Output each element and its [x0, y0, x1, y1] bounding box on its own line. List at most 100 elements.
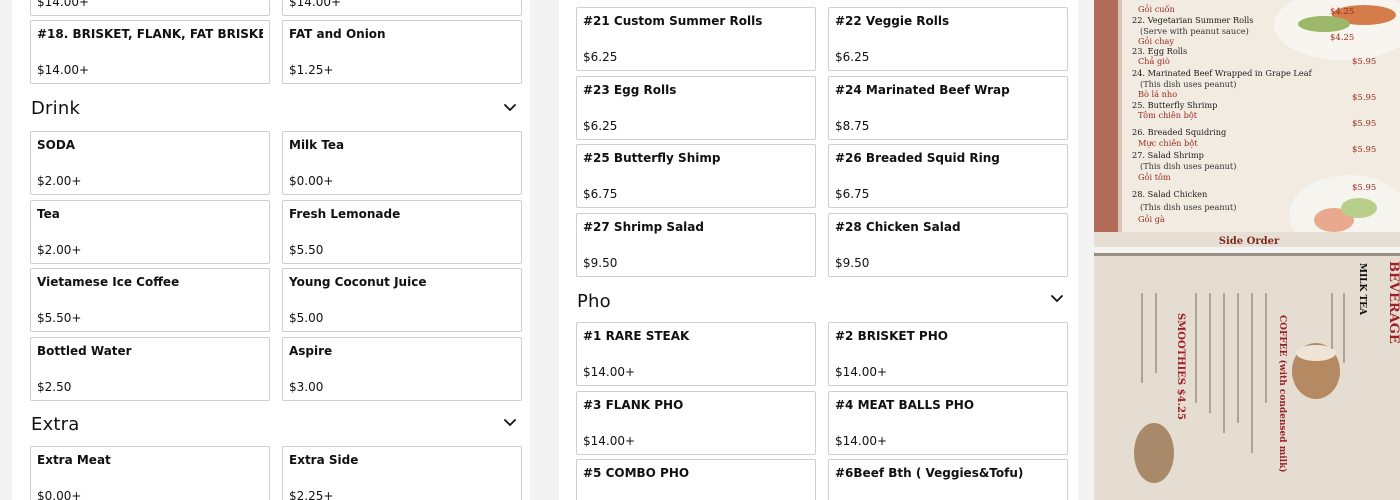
menu-item-name: #18. BRISKET, FLANK, FAT BRISKET: [37, 27, 263, 41]
menu-item-name: Milk Tea: [289, 138, 345, 152]
menu-item-card[interactable]: #24 Marinated Beef Wrap $8.75: [828, 75, 1068, 140]
menu-photo-line: Tôm chiên bột: [1138, 110, 1198, 120]
menu-item-name: #5 COMBO PHO: [583, 466, 690, 480]
menu-photo-price: $5.95: [1352, 93, 1376, 103]
menu-item-price: $9.50: [583, 255, 618, 270]
menu-photo-line: Mực chiên bột: [1138, 138, 1198, 148]
menu-item-card[interactable]: $14.00+: [30, 0, 270, 16]
menu-photo-line: Chả giò: [1138, 56, 1170, 66]
menu-photo-price: $5.95: [1352, 57, 1376, 67]
menu-item-price: $0.00+: [289, 174, 334, 188]
menu-photo-line: Gỏi tôm: [1138, 172, 1171, 182]
menu-item-card[interactable]: FAT and Onion $1.25+: [282, 20, 522, 84]
chevron-down-icon[interactable]: [502, 99, 518, 115]
section-title: Extra: [31, 414, 80, 435]
menu-item-price: $14.00+: [37, 63, 90, 77]
menu-photo-price: $5.95: [1352, 145, 1376, 155]
menu-item-price: $14.00+: [835, 433, 888, 448]
menu-item-card[interactable]: Milk Tea $0.00+: [282, 131, 522, 195]
menu-item-card[interactable]: #21 Custom Summer Rolls $6.25: [576, 7, 816, 71]
menu-item-card[interactable]: #2 BRISKET PHO $14.00+: [828, 322, 1068, 386]
menu-item-price: $6.75: [835, 187, 870, 201]
menu-item-price: $6.25: [835, 50, 870, 64]
menu-item-card[interactable]: SODA $2.00+: [30, 131, 270, 195]
menu-item-card[interactable]: $14.00+: [282, 0, 522, 16]
menu-photo-line: 28. Salad Chicken: [1132, 189, 1208, 199]
menu-item-card[interactable]: Vietamese Ice Coffee $5.50+: [30, 268, 270, 332]
menu-item-price: $9.50: [835, 255, 870, 270]
menu-item-card[interactable]: #3 FLANK PHO $14.00+: [576, 390, 816, 455]
menu-photo-price: $5.95: [1352, 183, 1376, 193]
menu-photo-line: Gỏi chay: [1138, 36, 1174, 46]
menu-photo-line: 27. Salad Shrimp: [1132, 150, 1204, 160]
menu-item-name: #1 RARE STEAK: [583, 329, 690, 343]
menu-photo-line: 25. Butterfly Shrimp: [1132, 100, 1217, 110]
menu-item-name: Tea: [37, 206, 60, 221]
menu-item-name: #2 BRISKET PHO: [835, 329, 948, 343]
beverage-heading: BEVERAGE: [1386, 261, 1400, 344]
menu-item-price: $5.50+: [37, 311, 82, 325]
menu-item-price: $6.25: [583, 118, 618, 133]
menu-item-name: #22 Veggie Rolls: [835, 14, 950, 28]
section-title: Drink: [31, 98, 81, 119]
menu-item-name: Fresh Lemonade: [289, 206, 401, 221]
menu-item-name: Bottled Water: [37, 343, 132, 358]
menu-item-price: $2.00+: [37, 174, 82, 188]
chevron-down-icon[interactable]: [1049, 290, 1065, 306]
menu-item-card[interactable]: #18. BRISKET, FLANK, FAT BRISKET $14.00+: [30, 20, 270, 84]
menu-item-price: $2.25+: [289, 489, 334, 500]
menu-item-card[interactable]: #1 RARE STEAK $14.00+: [576, 322, 816, 386]
menu-photo-line: Bò lá nho: [1138, 89, 1177, 99]
coffee-heading: COFFEE (with condensed milk): [1277, 315, 1288, 473]
menu-item-name: #4 MEAT BALLS PHO: [835, 397, 975, 412]
menu-item-card[interactable]: #6Beef Bth ( Veggies&Tofu): [828, 459, 1068, 500]
menu-item-card[interactable]: Tea $2.00+: [30, 199, 270, 264]
menu-item-price: $1.25+: [289, 63, 334, 77]
menu-item-card[interactable]: Aspire $3.00: [282, 336, 522, 401]
menu-photo-footer: Side Order: [1219, 236, 1280, 247]
menu-item-price: $2.00+: [37, 242, 82, 257]
menu-item-card[interactable]: Extra Side $2.25+: [282, 446, 522, 500]
menu-item-card[interactable]: Bottled Water $2.50: [30, 336, 270, 401]
menu-item-name: #6Beef Bth ( Veggies&Tofu): [835, 466, 1024, 480]
menu-photo-line: 22. Vegetarian Summer Rolls: [1132, 15, 1253, 25]
menu-item-card[interactable]: #26 Breaded Squid Ring $6.75: [828, 144, 1068, 208]
menu-photo-line: (This dish uses peanut): [1140, 202, 1236, 212]
menu-item-card[interactable]: Fresh Lemonade $5.50: [282, 199, 522, 264]
menu-photo-price: $4.25: [1330, 33, 1354, 43]
menu-item-price: $14.00+: [289, 0, 342, 9]
menu-item-card[interactable]: Young Coconut Juice $5.00: [282, 268, 522, 332]
menu-item-price: $14.00+: [835, 365, 888, 379]
menu-item-name: #25 Butterfly Shimp: [583, 151, 721, 165]
menu-photo-beverage[interactable]: BEVERAGE MILK TEA COFFEE (with condensed…: [1094, 253, 1400, 500]
menu-item-price: $3.00: [289, 379, 324, 394]
menu-item-card[interactable]: #23 Egg Rolls $6.25: [576, 75, 816, 140]
menu-item-price: $8.75: [835, 118, 870, 133]
menu-photo-line: (Serve with peanut sauce): [1140, 26, 1249, 36]
chevron-down-icon[interactable]: [502, 414, 518, 430]
menu-column-right: #21 Custom Summer Rolls $6.25 #22 Veggie R…: [559, 0, 1078, 500]
menu-photo-side-order[interactable]: Side Order Gỏi cuốn 22. Vegetarian Summer…: [1094, 0, 1400, 247]
menu-item-card[interactable]: #28 Chicken Salad $9.50: [828, 212, 1068, 277]
menu-item-card[interactable]: #25 Butterfly Shimp $6.75: [576, 144, 816, 208]
menu-item-name: #3 FLANK PHO: [583, 397, 684, 412]
menu-photo-price: $5.95: [1352, 119, 1376, 129]
menu-item-name: Extra Side: [289, 453, 359, 467]
menu-item-name: #26 Breaded Squid Ring: [835, 151, 1000, 165]
menu-photo-line: (This dish uses peanut): [1140, 79, 1236, 89]
section-title: Pho: [577, 291, 611, 312]
menu-item-card[interactable]: #27 Shrimp Salad $9.50: [576, 212, 816, 277]
menu-item-card[interactable]: #5 COMBO PHO: [576, 459, 816, 500]
menu-item-card[interactable]: #22 Veggie Rolls $6.25: [828, 7, 1068, 71]
menu-item-name: #21 Custom Summer Rolls: [583, 14, 763, 28]
menu-item-price: $2.50: [37, 379, 72, 394]
menu-item-price: $14.00+: [583, 365, 636, 379]
menu-item-card[interactable]: Extra Meat $0.00+: [30, 446, 270, 500]
menu-item-price: $14.00+: [37, 0, 90, 9]
menu-photo-line: 26. Breaded Squidring: [1132, 127, 1226, 137]
menu-item-price: $5.50: [289, 242, 324, 257]
menu-item-price: $5.00: [289, 311, 324, 325]
menu-photo-line: Gỏi cuốn: [1138, 4, 1176, 14]
menu-item-card[interactable]: #4 MEAT BALLS PHO $14.00+: [828, 390, 1068, 455]
menu-item-name: #23 Egg Rolls: [583, 82, 677, 97]
